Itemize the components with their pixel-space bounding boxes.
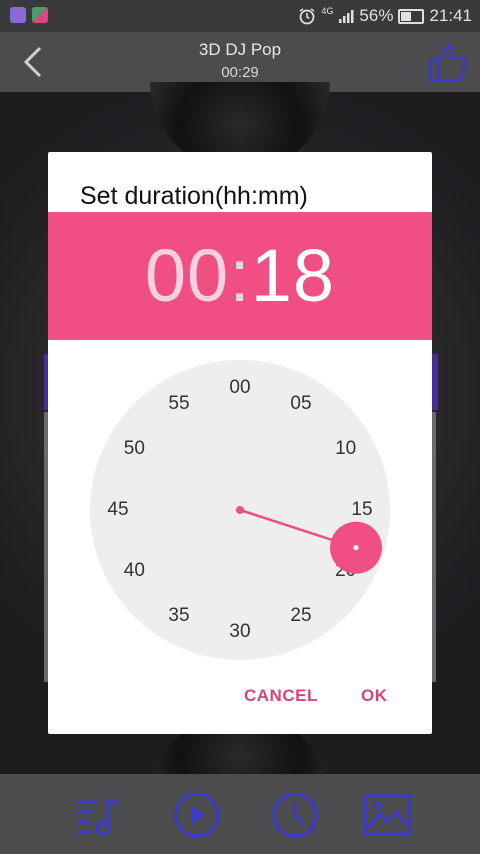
battery-icon (398, 8, 425, 24)
notification-icons (10, 7, 48, 23)
timer-clock-icon[interactable] (270, 792, 320, 838)
cancel-button[interactable]: CANCEL (244, 686, 318, 706)
image-icon[interactable] (362, 792, 412, 838)
thumbs-up-icon[interactable] (426, 40, 470, 84)
status-bar: 4G 56% 21:41 (0, 0, 480, 32)
ok-button[interactable]: OK (361, 686, 388, 706)
signal-icon (339, 10, 354, 23)
clock-time: 21:41 (429, 6, 472, 25)
playlist-icon[interactable] (74, 792, 124, 838)
time-separator: : (229, 234, 251, 317)
hours-value[interactable]: 00 (145, 234, 229, 317)
gallery-notification-icon (10, 7, 26, 23)
app-notification-icon (32, 7, 48, 23)
alarm-icon (299, 8, 315, 25)
battery-percent: 56% (359, 6, 394, 25)
play-icon[interactable] (172, 792, 222, 838)
dialog-title: Set duration(hh:mm) (80, 182, 308, 210)
minutes-value[interactable]: 18 (251, 234, 335, 317)
track-info: 3D DJ Pop 00:29 (0, 40, 480, 81)
time-readout: 00:18 (145, 234, 335, 317)
time-display: 00:18 (48, 212, 432, 340)
minute-dial[interactable]: 000510152025303540455055 (90, 360, 390, 660)
status-indicators: 4G 56% 21:41 (298, 6, 472, 26)
duration-dialog: Set duration(hh:mm) 00:18 00051015202530… (48, 152, 432, 734)
dial-hand (236, 506, 383, 574)
track-title: 3D DJ Pop (198, 40, 282, 59)
bottom-toolbar (0, 774, 480, 854)
track-duration: 00:29 (221, 64, 259, 81)
network-type: 4G (321, 6, 334, 16)
